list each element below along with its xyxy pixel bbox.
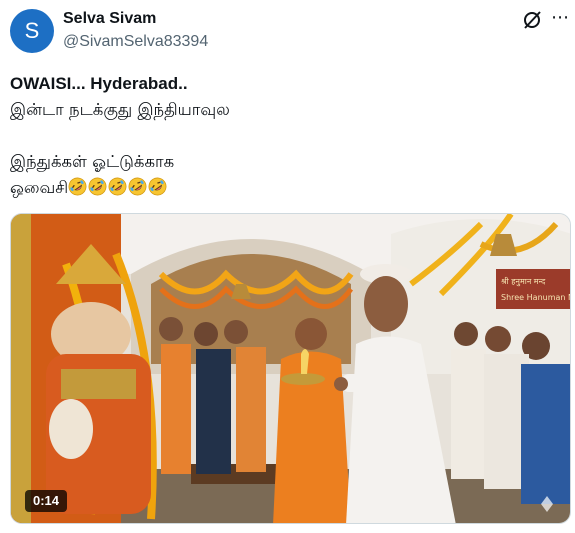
emoji-row	[68, 177, 168, 197]
more-horizontal-icon[interactable]: ⋯	[549, 7, 571, 29]
rolling-on-floor-laughing-emoji	[128, 177, 147, 196]
post-line-4-text: ஒவைசி	[10, 178, 69, 197]
grok-icon[interactable]	[521, 9, 543, 31]
rolling-on-floor-laughing-emoji	[108, 177, 127, 196]
rolling-on-floor-laughing-emoji	[68, 177, 87, 196]
display-name[interactable]: Selva Sivam	[63, 10, 156, 28]
rolling-on-floor-laughing-emoji	[148, 177, 167, 196]
video-thumbnail: श्री हनुमान मन्द Shree Hanuman Mandir	[11, 214, 571, 523]
post-line-1: OWAISI... Hyderabad..	[10, 74, 188, 93]
post-line-3: இந்துக்கள் ஓட்டுக்காக	[10, 152, 175, 171]
rolling-on-floor-laughing-emoji	[88, 177, 107, 196]
post-line-4: ஒவைசி	[10, 175, 565, 201]
post-text: OWAISI... Hyderabad.. இன்டா நடக்குது இந்…	[10, 71, 565, 201]
user-handle[interactable]: @SivamSelva83394	[63, 33, 208, 51]
avatar[interactable]: S	[10, 9, 54, 53]
temple-sign-hindi: श्री हनुमान मन्द	[501, 276, 546, 287]
avatar-letter: S	[24, 18, 40, 43]
video-duration-badge: 0:14	[25, 490, 68, 512]
video-player[interactable]: श्री हनुमान मन्द Shree Hanuman Mandir	[10, 213, 571, 524]
post-line-2: இன்டா நடக்குது இந்தியாவுல	[10, 100, 230, 119]
temple-sign-english: Shree Hanuman Mandir	[501, 293, 571, 302]
